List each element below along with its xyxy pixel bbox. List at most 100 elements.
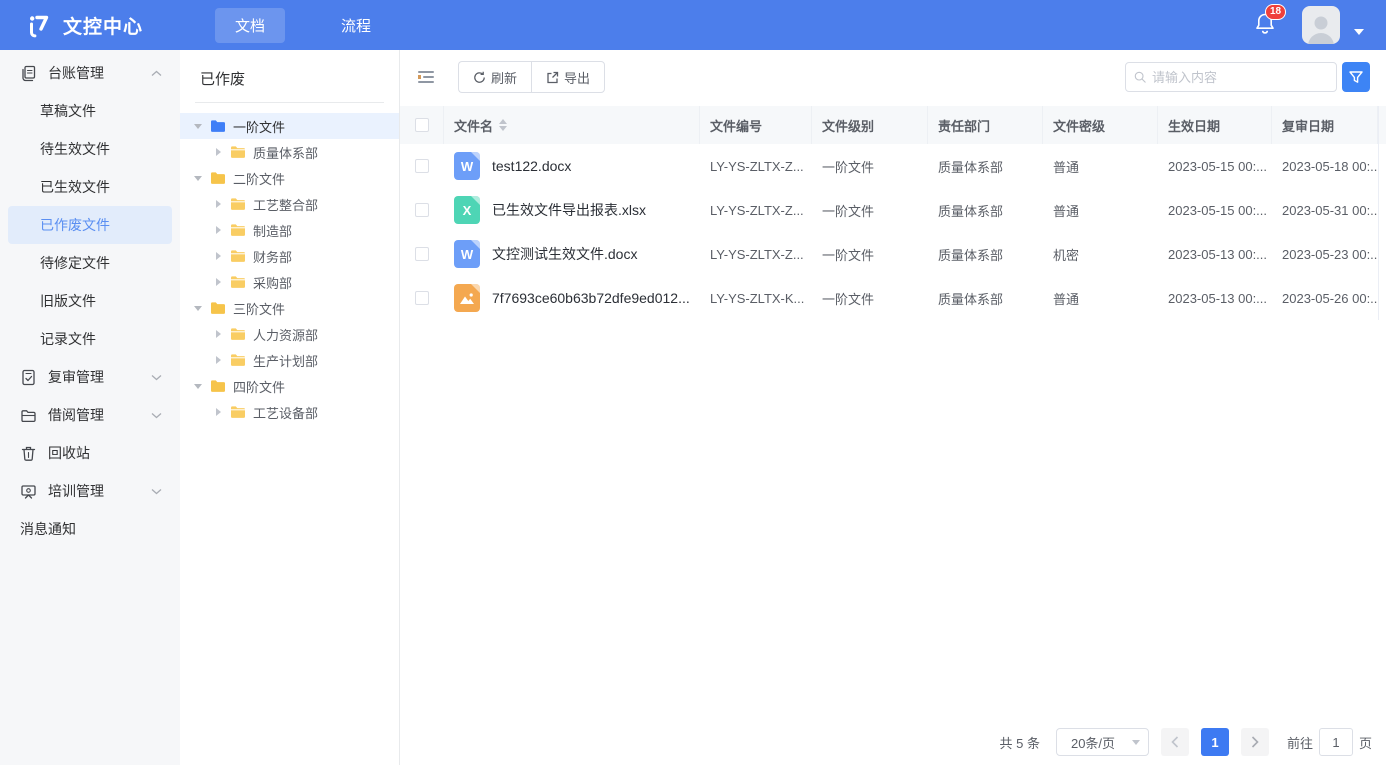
file-code: LY-YS-ZLTX-Z... (700, 159, 812, 174)
filter-funnel-icon (1349, 71, 1363, 84)
tree-node-process-equipment-dept[interactable]: 工艺设备部 (180, 399, 399, 425)
export-button[interactable]: 导出 (531, 61, 605, 93)
tree-node-level2-files[interactable]: 二阶文件 (180, 165, 399, 191)
sidebar-group-ledger[interactable]: 台账管理 (0, 54, 180, 92)
table-row[interactable]: 7f7693ce60b63b72dfe9ed012... LY-YS-ZLTX-… (400, 276, 1386, 320)
caret-right-icon[interactable] (212, 330, 224, 338)
folder-icon (210, 301, 226, 315)
tree-node-process-integration-dept[interactable]: 工艺整合部 (180, 191, 399, 217)
sidebar-item-draft-files[interactable]: 草稿文件 (8, 92, 172, 130)
caret-right-icon[interactable] (212, 200, 224, 208)
filter-button[interactable] (1342, 62, 1370, 92)
next-page-button[interactable] (1241, 728, 1269, 756)
file-effective-date: 2023-05-13 00:... (1158, 247, 1272, 262)
tree-panel-title: 已作废 (180, 50, 399, 102)
page-unit-label: 页 (1359, 733, 1372, 752)
user-menu-caret-icon[interactable] (1354, 29, 1364, 35)
file-secrecy: 机密 (1043, 245, 1158, 264)
refresh-icon (473, 71, 486, 84)
caret-down-icon[interactable] (192, 124, 204, 129)
sidebar-group-label: 复审管理 (48, 367, 151, 387)
caret-right-icon[interactable] (212, 226, 224, 234)
excel-file-icon: X (454, 196, 480, 224)
table-header-row: 文件名 文件编号 文件级别 责任部门 文件密级 生效日期 复审日期 (400, 106, 1386, 144)
folder-icon (230, 275, 246, 289)
column-header-review-date[interactable]: 复审日期 (1272, 106, 1378, 144)
notification-bell-button[interactable]: 18 (1254, 11, 1276, 40)
refresh-button[interactable]: 刷新 (458, 61, 531, 93)
sidebar-item-old-version-files[interactable]: 旧版文件 (8, 282, 172, 320)
export-icon (546, 71, 559, 84)
tab-workflow[interactable]: 流程 (321, 8, 391, 43)
file-dept: 质量体系部 (928, 201, 1043, 220)
tree-node-quality-dept[interactable]: 质量体系部 (180, 139, 399, 165)
sidebar-item-pending-files[interactable]: 待生效文件 (8, 130, 172, 168)
column-settings-icon[interactable] (418, 71, 434, 83)
row-checkbox[interactable] (415, 291, 429, 305)
sort-icon[interactable] (499, 119, 507, 131)
sidebar-item-recycle-bin[interactable]: 回收站 (0, 434, 180, 472)
table-row[interactable]: W 文控测试生效文件.docx LY-YS-ZLTX-Z... 一阶文件 质量体… (400, 232, 1386, 276)
tree-node-level1-files[interactable]: 一阶文件 (180, 113, 399, 139)
row-checkbox[interactable] (415, 159, 429, 173)
tab-documents[interactable]: 文档 (215, 8, 285, 43)
row-checkbox[interactable] (415, 203, 429, 217)
caret-right-icon[interactable] (212, 148, 224, 156)
goto-page-input[interactable] (1319, 728, 1353, 756)
file-review-date: 2023-05-26 00:... (1272, 291, 1378, 306)
file-name[interactable]: 文控测试生效文件.docx (492, 244, 637, 264)
image-file-icon (454, 284, 480, 312)
app-title: 文控中心 (63, 12, 143, 39)
app-logo: 文控中心 (0, 12, 143, 39)
column-header-name[interactable]: 文件名 (444, 106, 700, 144)
caret-right-icon[interactable] (212, 408, 224, 416)
page-number-button[interactable]: 1 (1201, 728, 1229, 756)
file-code: LY-YS-ZLTX-K... (700, 291, 812, 306)
caret-down-icon[interactable] (192, 176, 204, 181)
caret-down-icon[interactable] (192, 384, 204, 389)
select-all-checkbox[interactable] (415, 118, 429, 132)
notification-badge: 18 (1265, 4, 1286, 20)
divider (195, 102, 384, 103)
column-header-level[interactable]: 文件级别 (812, 106, 928, 144)
tree-node-purchasing-dept[interactable]: 采购部 (180, 269, 399, 295)
user-avatar[interactable] (1302, 6, 1340, 44)
tree-node-finance-dept[interactable]: 财务部 (180, 243, 399, 269)
sidebar-item-notifications[interactable]: 消息通知 (0, 510, 180, 548)
tree-node-hr-dept[interactable]: 人力资源部 (180, 321, 399, 347)
tree-node-manufacturing-dept[interactable]: 制造部 (180, 217, 399, 243)
tree-node-level4-files[interactable]: 四阶文件 (180, 373, 399, 399)
table-row[interactable]: W test122.docx LY-YS-ZLTX-Z... 一阶文件 质量体系… (400, 144, 1386, 188)
sidebar-group-label: 借阅管理 (48, 405, 151, 425)
search-box (1125, 62, 1337, 92)
file-secrecy: 普通 (1043, 289, 1158, 308)
sidebar-item-record-files[interactable]: 记录文件 (8, 320, 172, 358)
prev-page-button[interactable] (1161, 728, 1189, 756)
column-header-secrecy[interactable]: 文件密级 (1043, 106, 1158, 144)
row-checkbox[interactable] (415, 247, 429, 261)
file-name[interactable]: 7f7693ce60b63b72dfe9ed012... (492, 290, 690, 306)
column-header-code[interactable]: 文件编号 (700, 106, 812, 144)
caret-right-icon[interactable] (212, 356, 224, 364)
file-name[interactable]: 已生效文件导出报表.xlsx (492, 200, 646, 220)
caret-down-icon[interactable] (192, 306, 204, 311)
page-size-select[interactable]: 20条/页 (1056, 728, 1149, 756)
sidebar-group-review[interactable]: 复审管理 (0, 358, 180, 396)
sidebar-item-effective-files[interactable]: 已生效文件 (8, 168, 172, 206)
column-header-dept[interactable]: 责任部门 (928, 106, 1043, 144)
caret-right-icon[interactable] (212, 278, 224, 286)
sidebar-item-voided-files[interactable]: 已作废文件 (8, 206, 172, 244)
pagination-bar: 共 5 条 20条/页 1 前往 页 (1000, 728, 1373, 756)
sidebar-group-borrow[interactable]: 借阅管理 (0, 396, 180, 434)
sidebar-group-label: 台账管理 (48, 63, 151, 83)
sidebar-group-training[interactable]: 培训管理 (0, 472, 180, 510)
table-row[interactable]: X 已生效文件导出报表.xlsx LY-YS-ZLTX-Z... 一阶文件 质量… (400, 188, 1386, 232)
file-name[interactable]: test122.docx (492, 158, 571, 174)
sidebar-item-revision-files[interactable]: 待修定文件 (8, 244, 172, 282)
search-input[interactable] (1152, 70, 1328, 85)
tree-node-production-planning-dept[interactable]: 生产计划部 (180, 347, 399, 373)
column-header-effective-date[interactable]: 生效日期 (1158, 106, 1272, 144)
file-review-date: 2023-05-31 00:... (1272, 203, 1378, 218)
tree-node-level3-files[interactable]: 三阶文件 (180, 295, 399, 321)
caret-right-icon[interactable] (212, 252, 224, 260)
